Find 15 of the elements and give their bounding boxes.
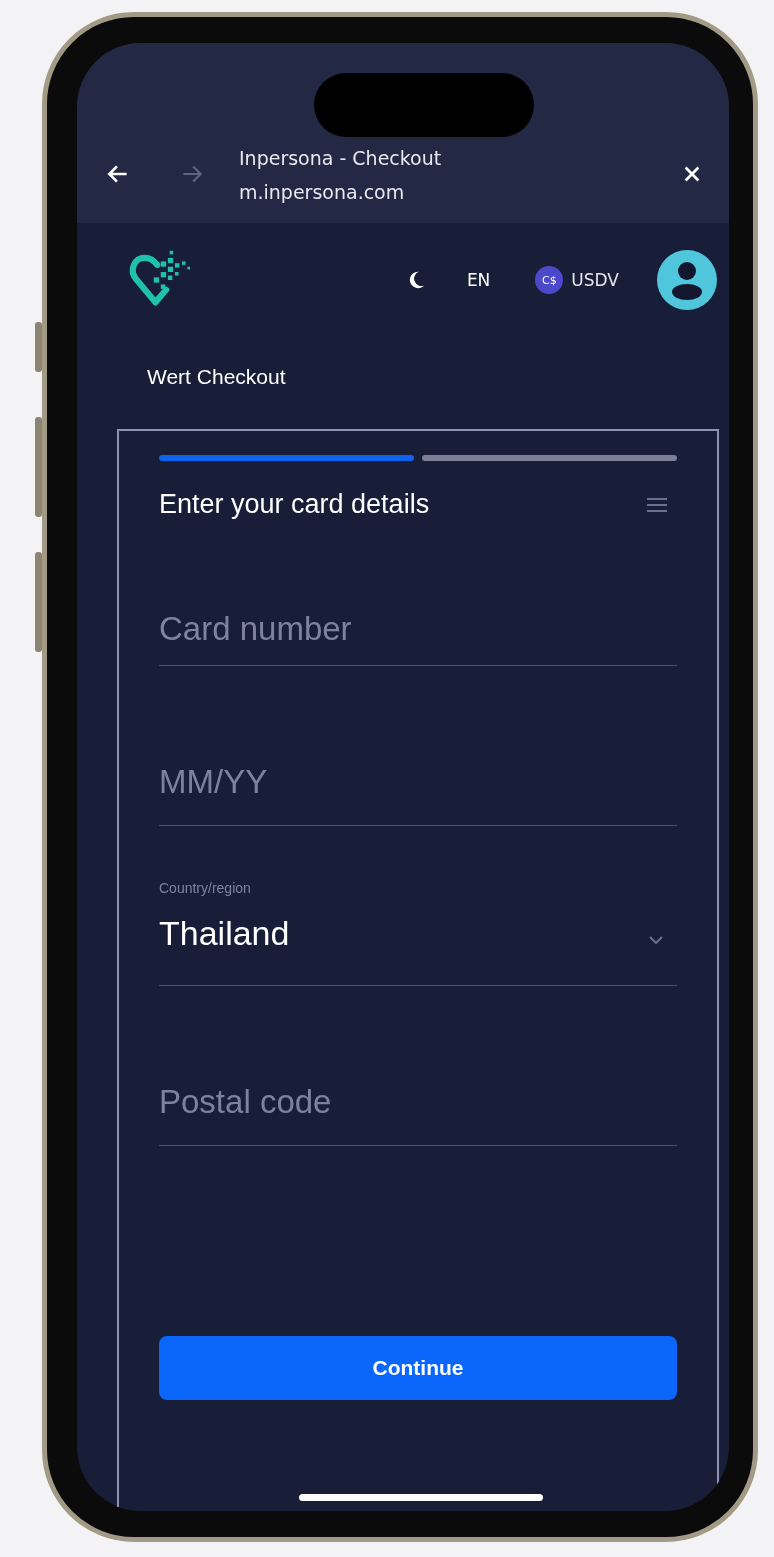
- text-input-field[interactable]: Card number: [159, 532, 677, 666]
- coin-icon: C$: [535, 266, 564, 294]
- checkout-title: Wert Checkout: [147, 365, 286, 389]
- currency-selector[interactable]: C$ USDV: [535, 266, 619, 294]
- page-title: Inpersona - Checkout: [239, 145, 442, 171]
- card-details-heading: Enter your card details: [159, 489, 430, 520]
- user-avatar-icon[interactable]: [657, 250, 717, 310]
- language-selector[interactable]: EN: [466, 270, 491, 290]
- country-dropdown[interactable]: Country/region Thailand: [159, 838, 677, 986]
- menu-icon[interactable]: [647, 496, 667, 513]
- continue-button[interactable]: Continue: [159, 1336, 677, 1400]
- page-url: m.inpersona.com: [239, 179, 405, 205]
- text-input-field[interactable]: Postal code: [159, 998, 677, 1146]
- chevron-down-icon: [649, 936, 663, 944]
- text-input-field[interactable]: MM/YY: [159, 678, 677, 826]
